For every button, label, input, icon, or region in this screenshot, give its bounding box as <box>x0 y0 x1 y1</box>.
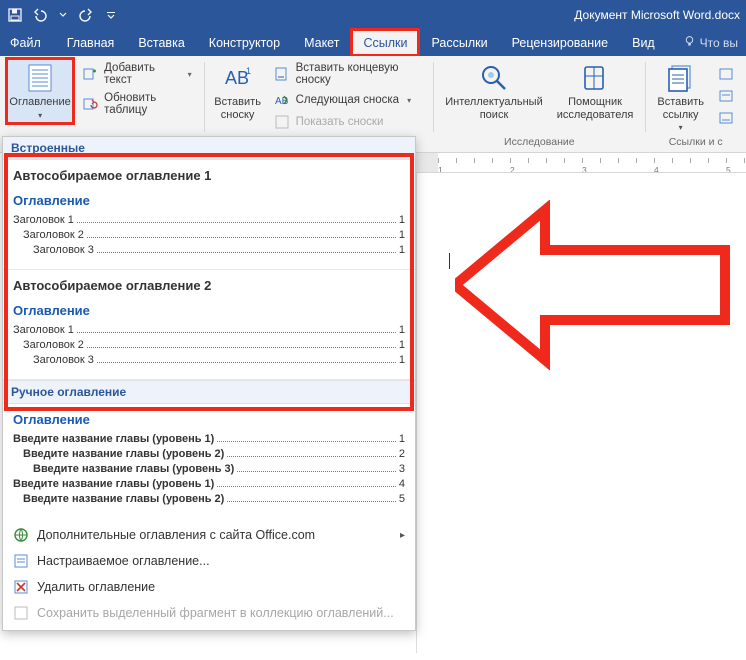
toc-button[interactable]: Оглавление ▾ <box>8 60 72 122</box>
gallery-section-manual: Ручное оглавление <box>3 380 415 404</box>
tab-home[interactable]: Главная <box>55 29 127 56</box>
custom-toc-icon <box>13 553 29 569</box>
save-selection-icon <box>13 605 29 621</box>
remove-toc-icon <box>13 579 29 595</box>
svg-text:1: 1 <box>246 66 251 76</box>
undo-dropdown-icon[interactable] <box>52 4 74 26</box>
tab-insert[interactable]: Вставка <box>126 29 196 56</box>
toc-button-label: Оглавление <box>9 96 70 109</box>
research-group-label: Исследование <box>441 136 637 150</box>
researcher-button[interactable]: Помощник исследователя <box>553 60 638 123</box>
toc-row: Заголовок 31 <box>13 354 405 366</box>
add-text-icon <box>82 66 98 82</box>
sources-icon <box>718 66 734 82</box>
document-title: Документ Microsoft Word.docx <box>574 8 740 22</box>
link-icon <box>665 62 697 94</box>
menu-save-selection: Сохранить выделенный фрагмент в коллекци… <box>3 600 415 626</box>
chevron-right-icon: ▸ <box>400 530 405 541</box>
endnote-icon <box>274 66 290 82</box>
show-notes-button: Показать сноски <box>270 112 426 132</box>
tell-me-search[interactable]: Что вы <box>677 29 746 56</box>
insert-link-button[interactable]: Вставить ссылку ▾ <box>653 60 708 134</box>
toc-row: Заголовок 11 <box>13 324 405 336</box>
toc-row: Введите название главы (уровень 1)4 <box>13 478 405 490</box>
tab-mailings[interactable]: Рассылки <box>419 29 499 56</box>
toc-preview-style-name: Автособираемое оглавление 1 <box>13 168 405 183</box>
insert-endnote-button[interactable]: Вставить концевую сноску <box>270 60 426 88</box>
chevron-down-icon: ▾ <box>407 96 411 105</box>
group-links: Вставить ссылку ▾ Ссылки и с <box>645 56 746 152</box>
horizontal-ruler[interactable]: 123456 <box>416 153 746 173</box>
quick-access-toolbar <box>0 4 126 26</box>
tab-review[interactable]: Рецензирование <box>500 29 621 56</box>
undo-icon[interactable] <box>28 4 50 26</box>
save-icon[interactable] <box>4 4 26 26</box>
refresh-icon <box>82 96 98 112</box>
qat-customize-icon[interactable] <box>100 4 122 26</box>
toc-row: Заголовок 21 <box>13 229 405 241</box>
researcher-icon <box>579 62 611 94</box>
bibliography-icon <box>718 110 734 126</box>
group-research: Интеллектуальный поиск Помощник исследов… <box>433 56 645 152</box>
style-icon <box>718 88 734 104</box>
toc-row: Введите название главы (уровень 2)2 <box>13 448 405 460</box>
style-button[interactable] <box>714 86 738 106</box>
show-notes-icon <box>274 114 290 130</box>
toc-preview-item[interactable]: Автособираемое оглавление 1 Оглавление Заг… <box>3 160 415 270</box>
toc-preview-style-name: Автособираемое оглавление 2 <box>13 278 405 293</box>
smart-lookup-icon <box>478 62 510 94</box>
annotation-arrow-left <box>455 200 735 370</box>
chevron-down-icon: ▾ <box>38 111 42 120</box>
lightbulb-icon <box>683 35 696 51</box>
document-title-text: Документ Microsoft Word.docx <box>574 8 740 22</box>
add-text-button[interactable]: Добавить текст ▾ <box>78 60 195 88</box>
redo-icon[interactable] <box>76 4 98 26</box>
insert-footnote-button[interactable]: AB1 Вставить сноску <box>212 60 264 123</box>
menu-more-office[interactable]: Дополнительные оглавления с сайта Office… <box>3 522 415 548</box>
update-table-button[interactable]: Обновить таблицу <box>78 90 195 118</box>
toc-preview-manual[interactable]: Оглавление Введите название главы (урове… <box>3 404 415 518</box>
smart-lookup-button[interactable]: Интеллектуальный поиск <box>441 60 546 123</box>
chevron-down-icon: ▾ <box>188 70 192 79</box>
tab-file[interactable]: Файл <box>0 29 55 56</box>
toc-preview-title: Оглавление <box>13 412 405 427</box>
toc-row: Заголовок 11 <box>13 214 405 226</box>
footnote-icon: AB1 <box>222 62 254 94</box>
next-footnote-icon: AB <box>274 92 290 108</box>
tab-view[interactable]: Вид <box>620 29 667 56</box>
tab-design[interactable]: Конструктор <box>197 29 292 56</box>
title-bar: Документ Microsoft Word.docx <box>0 0 746 29</box>
manage-sources-button[interactable] <box>714 64 738 84</box>
toc-preview-title: Оглавление <box>13 193 405 208</box>
menu-custom-toc[interactable]: Настраиваемое оглавление... <box>3 548 415 574</box>
toc-preview-item[interactable]: Автособираемое оглавление 2 Оглавление Заг… <box>3 270 415 380</box>
toc-icon <box>24 62 56 94</box>
text-cursor <box>449 253 450 269</box>
menu-remove-toc[interactable]: Удалить оглавление <box>3 574 415 600</box>
toc-row: Заголовок 21 <box>13 339 405 351</box>
toc-row: Введите название главы (уровень 1)1 <box>13 433 405 445</box>
insert-footnote-label: Вставить сноску <box>214 96 261 121</box>
next-footnote-button[interactable]: AB Следующая сноска ▾ <box>270 90 426 110</box>
toc-row: Введите название главы (уровень 3)3 <box>13 463 405 475</box>
tab-layout[interactable]: Макет <box>292 29 351 56</box>
toc-row: Введите название главы (уровень 2)5 <box>13 493 405 505</box>
tab-references[interactable]: Ссылки <box>351 29 419 56</box>
toc-row: Заголовок 31 <box>13 244 405 256</box>
office-icon <box>13 527 29 543</box>
bibliography-button[interactable] <box>714 108 738 128</box>
links-group-label: Ссылки и с <box>653 136 738 150</box>
toc-preview-title: Оглавление <box>13 303 405 318</box>
ribbon-tabs: Файл Главная Вставка Конструктор Макет С… <box>0 29 746 56</box>
gallery-section-builtin: Встроенные <box>3 137 415 160</box>
chevron-down-icon: ▾ <box>679 123 683 132</box>
toc-gallery-dropdown: Встроенные Автособираемое оглавление 1 Ог… <box>2 136 416 631</box>
